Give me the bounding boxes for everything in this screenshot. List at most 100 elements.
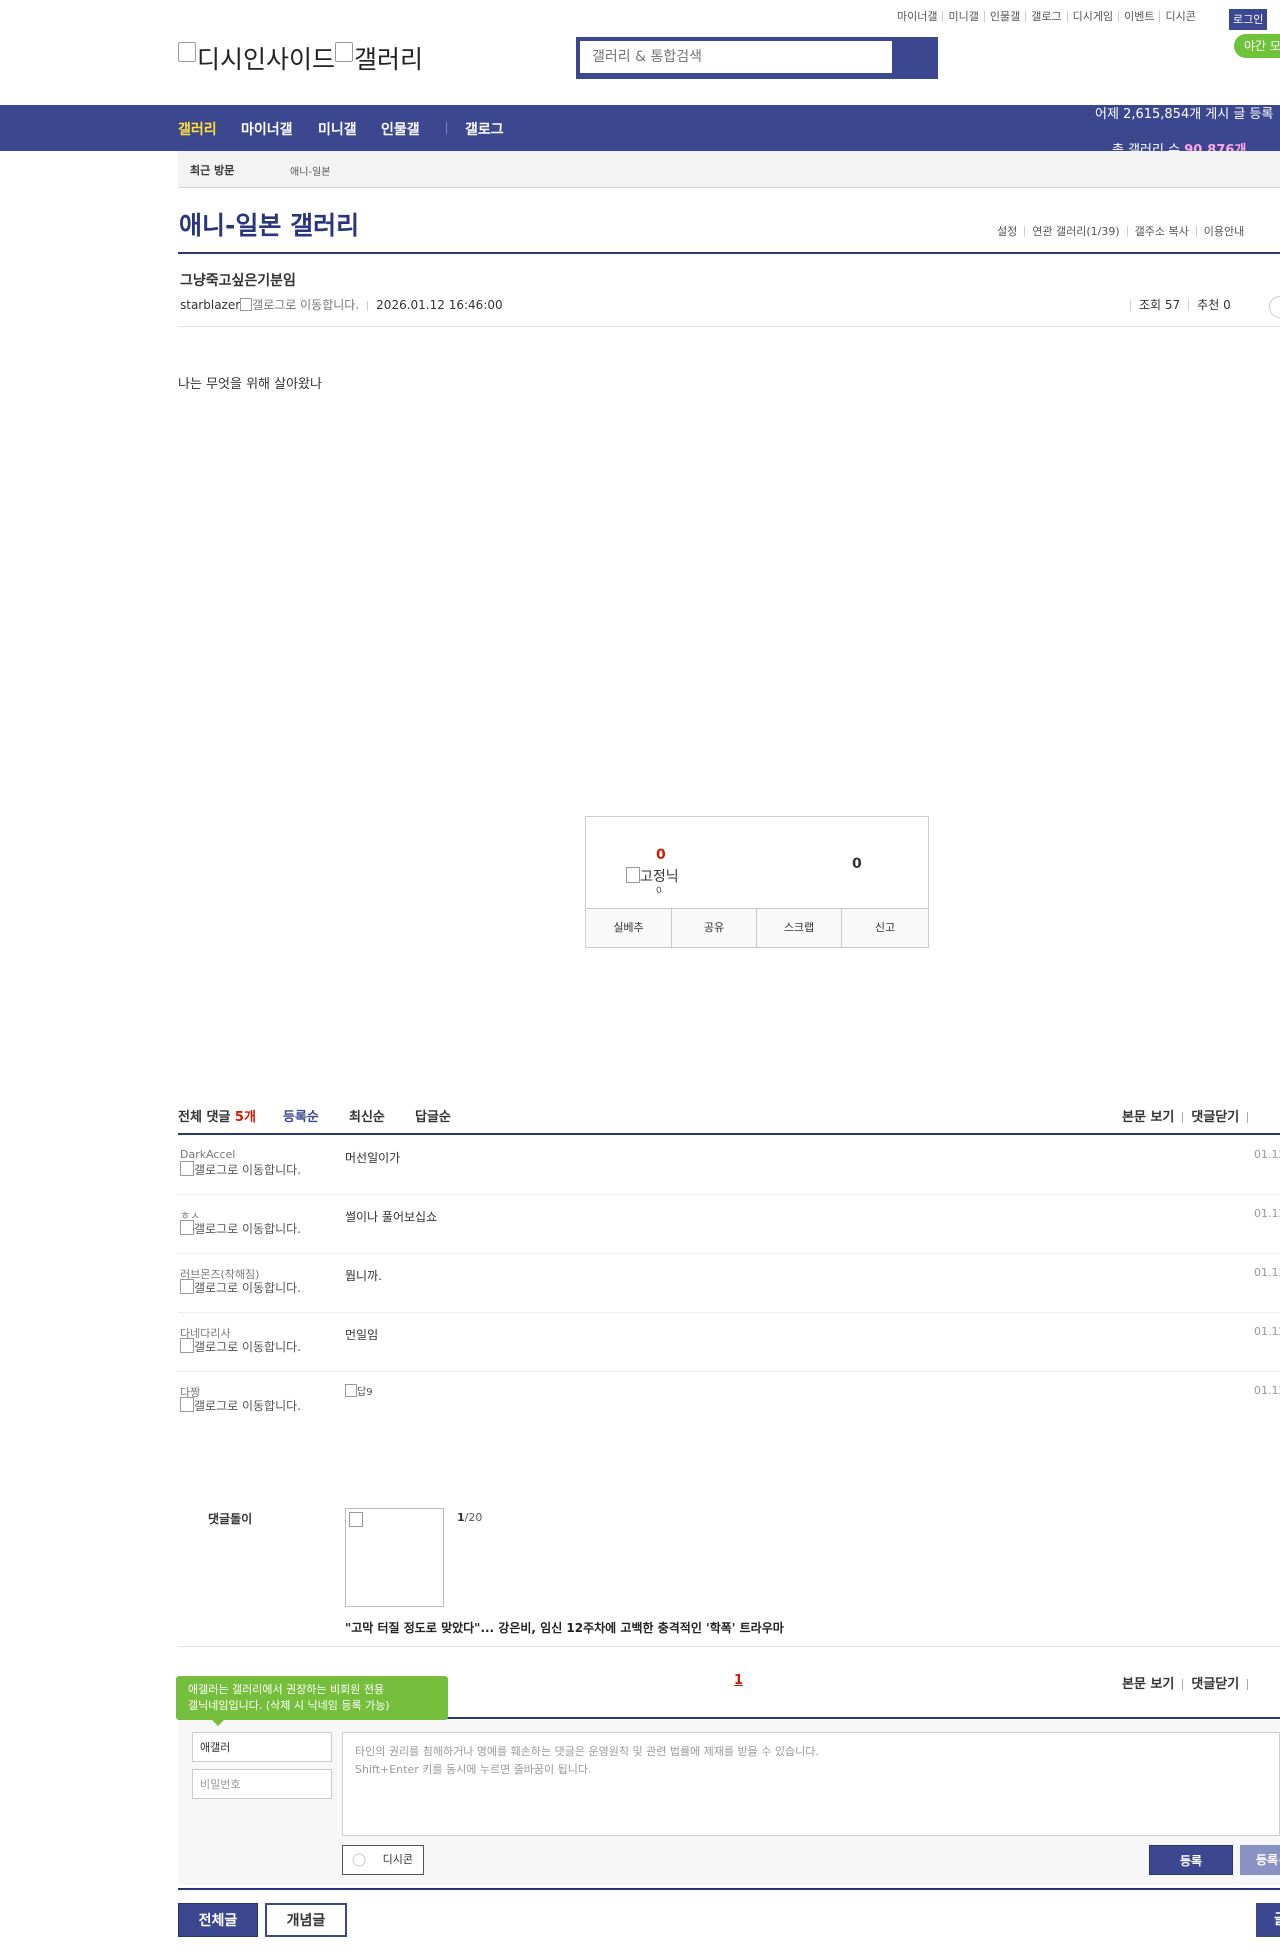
- login-button[interactable]: 로그인: [1229, 9, 1268, 30]
- author-gallog-link[interactable]: 갤로그로 이동합니다.: [240, 298, 359, 312]
- util-link-minor[interactable]: 마이너갤: [892, 11, 942, 22]
- report-button[interactable]: 신고: [841, 909, 928, 947]
- sort-latest[interactable]: 최신순: [349, 1106, 385, 1125]
- comment-gallog-alt: 갤로그로 이동합니다.: [194, 1399, 301, 1413]
- comments-total-label: 전체 댓글: [178, 1110, 235, 1125]
- top-util-links: 마이너갤 미니갤 인물갤 갤로그 디시게임 이벤트 디시콘: [892, 10, 1201, 23]
- register-button[interactable]: 등록: [1149, 1845, 1233, 1875]
- nav-gallery[interactable]: 갤러리: [178, 119, 217, 139]
- comment-jump-icon[interactable]: [1269, 296, 1280, 318]
- fixed-nick-recommend: 고정닉: [626, 866, 679, 886]
- comment-gallog-alt: 갤로그로 이동합니다.: [194, 1222, 301, 1236]
- post-meta: 조회 57 추천 0: [1130, 298, 1239, 312]
- gallery-settings-link[interactable]: 설정: [990, 226, 1024, 237]
- register-recommend-button[interactable]: 등록+추천: [1240, 1845, 1280, 1875]
- night-mode-button[interactable]: 야간 모드: [1234, 34, 1280, 58]
- comment-row: 러브몬즈(착해짐) 갤로그로 이동합니다. 뭡니까. 01.12: [178, 1253, 1280, 1313]
- comment-text: 머선일이가: [345, 1151, 401, 1165]
- concept-posts-button[interactable]: 개념글: [265, 1903, 347, 1937]
- dolgi-page-total: /20: [464, 1511, 483, 1524]
- post-body: 나는 무엇을 위해 살아왔나: [178, 377, 322, 392]
- recommend-down-count: 0: [852, 856, 862, 872]
- all-posts-button[interactable]: 전체글: [178, 1903, 258, 1937]
- util-link-person[interactable]: 인물갤: [983, 11, 1025, 22]
- close-comments-link[interactable]: 댓글닫기: [1191, 1677, 1239, 1692]
- broken-image-icon: [335, 42, 354, 62]
- comment-gallog-link[interactable]: 갤로그로 이동합니다.: [180, 1161, 310, 1176]
- share-button[interactable]: 공유: [671, 909, 756, 947]
- comment-page-current[interactable]: 1: [734, 1673, 743, 1688]
- broken-image-icon: [345, 1384, 357, 1397]
- nav-person-gallery[interactable]: 인물갤: [381, 119, 420, 139]
- search-button[interactable]: [894, 41, 936, 75]
- author-gallog-alt: 갤로그로 이동합니다.: [252, 298, 360, 312]
- comment-dolgi-title[interactable]: "고막 터질 정도로 맞았다"... 강은비, 임신 12주차에 고백한 충격적…: [345, 1619, 784, 1636]
- comment-dolgi-thumbnail[interactable]: [345, 1508, 444, 1607]
- comment-nick[interactable]: DarkAccel: [180, 1148, 235, 1161]
- broken-image-icon: [178, 42, 196, 62]
- fixed-nick-alt: 고정닉: [640, 869, 679, 885]
- scrap-button[interactable]: 스크랩: [756, 909, 841, 947]
- comment-gallog-link[interactable]: 갤로그로 이동합니다.: [180, 1279, 310, 1294]
- related-gallery-link[interactable]: 연관 갤러리(1/39): [1024, 226, 1126, 237]
- comment-row: 다네다리사 갤로그로 이동합니다. 먼일임 01.12: [178, 1312, 1280, 1372]
- nickname-input[interactable]: 애갤러: [192, 1732, 332, 1762]
- dccon-button[interactable]: 디시콘: [342, 1845, 424, 1875]
- comment-date: 01.12: [1254, 1325, 1280, 1338]
- nav-stat-total: 총 갤러리 수 90,876개: [1112, 139, 1246, 151]
- comment-text: 먼일임: [345, 1328, 379, 1342]
- nav-mini-gallery[interactable]: 미니갤: [318, 119, 357, 139]
- comment-dolgi-page: 1/20: [457, 1511, 482, 1524]
- recent-visit-label[interactable]: 최근 방문: [190, 162, 234, 178]
- site-logo[interactable]: 디시인사이드 갤러리: [178, 40, 423, 76]
- view-post-link[interactable]: 본문 보기: [1122, 1110, 1174, 1125]
- comment-dccon-alt: 답9: [357, 1387, 373, 1398]
- usage-guide-link[interactable]: 이용안내: [1195, 226, 1251, 237]
- post-recommend-count: 추천 0: [1188, 299, 1239, 311]
- logo-alt-dcinside: 디시인사이드: [197, 45, 336, 74]
- post-author[interactable]: starblazer: [180, 298, 240, 312]
- realbest-recommend-button[interactable]: 실베추: [586, 909, 671, 947]
- writer-divider: [367, 300, 369, 311]
- actions-divider: [1247, 1112, 1249, 1123]
- broken-image-icon: [180, 1161, 194, 1176]
- util-link-dccon[interactable]: 디시콘: [1159, 11, 1200, 22]
- nav-stat-total-label: 총 갤러리 수: [1112, 143, 1185, 151]
- gallery-title[interactable]: 애니-일본 갤러리: [179, 206, 359, 242]
- actions-divider: [1182, 1112, 1184, 1123]
- fixed-nick-count: 0: [656, 886, 662, 896]
- util-link-mini[interactable]: 미니갤: [942, 11, 983, 22]
- util-link-dcgame[interactable]: 디시게임: [1066, 11, 1118, 22]
- comment-date: 01.12: [1254, 1148, 1280, 1161]
- nav-gallog[interactable]: 갤로그: [465, 119, 504, 139]
- broken-image-icon: [180, 1279, 194, 1294]
- guest-nick-tooltip: 애갤러는 갤러리에서 권장하는 비회원 전용 갤닉네임입니다. (삭제 시 닉네…: [176, 1676, 448, 1726]
- recent-visit-item[interactable]: 애니-일본: [290, 163, 330, 178]
- util-link-event[interactable]: 이벤트: [1118, 11, 1159, 22]
- comment-row: DarkAccel 갤로그로 이동합니다. 머선일이가 01.12: [178, 1135, 1280, 1195]
- sort-replies[interactable]: 답글순: [415, 1106, 451, 1125]
- password-input[interactable]: 비밀번호: [192, 1769, 332, 1799]
- search-box: [576, 37, 938, 79]
- comment-gallog-alt: 갤로그로 이동합니다.: [194, 1340, 301, 1354]
- dccon-icon: [352, 1853, 366, 1867]
- post-writer: starblazer 갤로그로 이동합니다. 2026.01.12 16:46:00: [180, 296, 503, 313]
- comment-gallog-link[interactable]: 갤로그로 이동합니다.: [180, 1397, 310, 1412]
- util-link-gallog[interactable]: 갤로그: [1025, 11, 1066, 22]
- post-date: 2026.01.12 16:46:00: [376, 298, 503, 312]
- close-comments-link[interactable]: 댓글닫기: [1191, 1110, 1239, 1125]
- view-post-link[interactable]: 본문 보기: [1122, 1677, 1174, 1692]
- write-post-button[interactable]: 글쓰기: [1256, 1903, 1280, 1937]
- nav-minor-gallery[interactable]: 마이너갤: [241, 119, 293, 139]
- comment-gallog-link[interactable]: 갤로그로 이동합니다.: [180, 1338, 310, 1353]
- comment-row: 다짱 갤로그로 이동합니다. 답9 01.12: [178, 1371, 1280, 1441]
- post-views: 조회 57: [1130, 299, 1188, 311]
- comment-textarea[interactable]: 타인의 권리를 침해하거나 명예를 훼손하는 댓글은 운영원칙 및 관련 법률에…: [342, 1732, 1280, 1836]
- comment-text: 뭡니까.: [345, 1269, 382, 1283]
- copy-address-link[interactable]: 갤주소 복사: [1126, 226, 1196, 237]
- sort-registered[interactable]: 등록순: [283, 1106, 319, 1125]
- nav-divider: [446, 122, 447, 134]
- search-input[interactable]: [580, 41, 892, 73]
- search-icon: [906, 49, 922, 65]
- comment-gallog-link[interactable]: 갤로그로 이동합니다.: [180, 1220, 310, 1235]
